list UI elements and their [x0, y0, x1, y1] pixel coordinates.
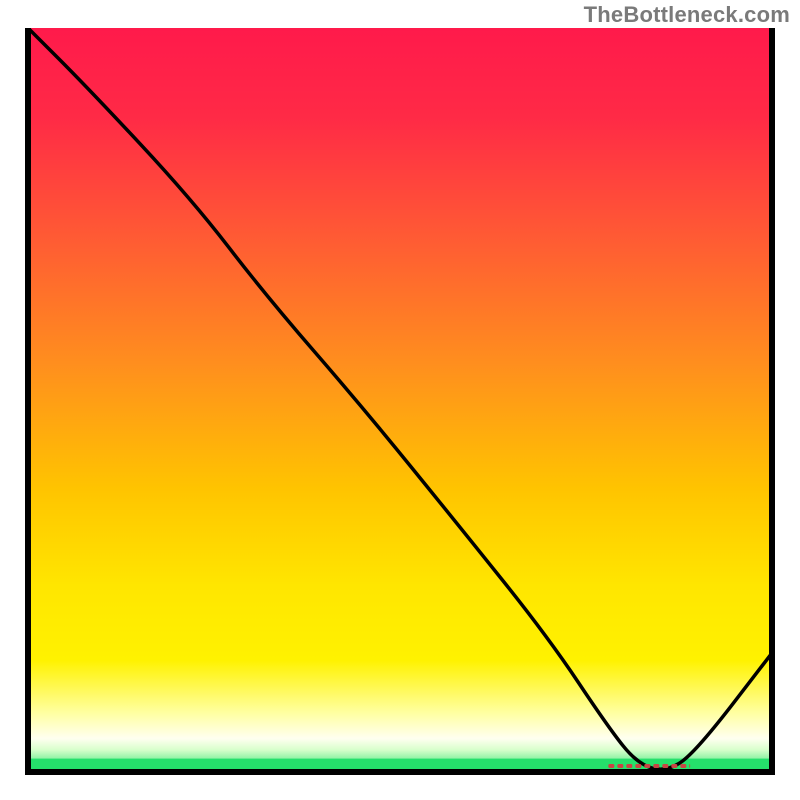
chart-svg: [0, 0, 800, 800]
chart-container: TheBottleneck.com: [0, 0, 800, 800]
plot-background: [28, 28, 772, 772]
